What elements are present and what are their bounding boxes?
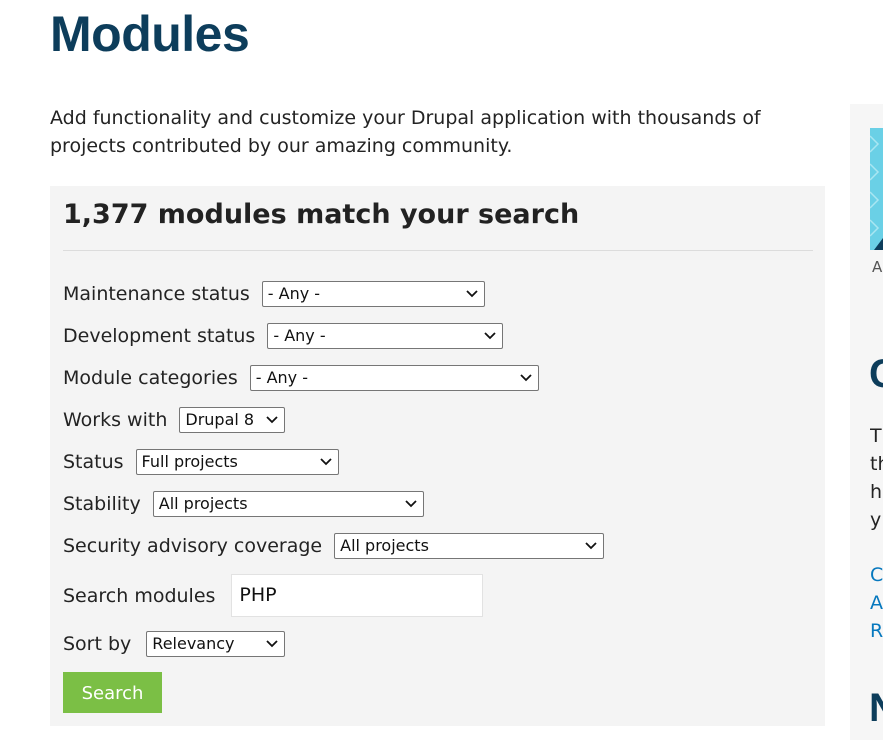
sort-by-value: Relevancy bbox=[152, 634, 235, 653]
security-advisory-select[interactable]: All projects bbox=[334, 533, 605, 559]
chevron-down-icon bbox=[520, 374, 532, 382]
module-search-panel: 1,377 modules match your search Maintena… bbox=[50, 186, 825, 726]
status-label: Status bbox=[63, 451, 124, 473]
sidebar-link[interactable]: A bbox=[870, 589, 883, 617]
page-title: Modules bbox=[50, 6, 250, 62]
maintenance-status-select[interactable]: - Any - bbox=[261, 281, 485, 307]
sidebar-link[interactable]: C bbox=[870, 561, 883, 589]
status-value: Full projects bbox=[141, 452, 238, 471]
sidebar-link[interactable]: R bbox=[870, 617, 883, 645]
works-with-row: Works with Drupal 8 bbox=[63, 407, 286, 433]
sort-by-row: Sort by Relevancy bbox=[63, 631, 286, 657]
search-modules-row: Search modules PHP bbox=[63, 574, 484, 617]
chevron-down-icon bbox=[405, 500, 417, 508]
stability-row: Stability All projects bbox=[63, 491, 424, 517]
works-with-value: Drupal 8 bbox=[185, 410, 255, 429]
sort-by-select[interactable]: Relevancy bbox=[146, 631, 286, 657]
maintenance-status-label: Maintenance status bbox=[63, 283, 250, 305]
module-categories-value: - Any - bbox=[255, 368, 309, 387]
chevron-down-icon bbox=[266, 416, 279, 424]
chevron-down-icon bbox=[466, 290, 478, 298]
development-status-value: - Any - bbox=[273, 326, 326, 345]
chevron-down-icon bbox=[585, 542, 597, 550]
module-categories-label: Module categories bbox=[63, 367, 238, 389]
sidebar-text-line: T bbox=[870, 425, 882, 447]
sidebar-text-line: h bbox=[870, 481, 883, 503]
status-select[interactable]: Full projects bbox=[135, 449, 339, 475]
status-row: Status Full projects bbox=[63, 449, 339, 475]
sidebar-heading-2: N bbox=[869, 684, 883, 732]
module-categories-select[interactable]: - Any - bbox=[249, 365, 539, 391]
chevron-down-icon bbox=[319, 458, 332, 466]
search-modules-label: Search modules bbox=[63, 584, 216, 607]
stability-label: Stability bbox=[63, 493, 141, 515]
sidebar-ad-image[interactable] bbox=[870, 128, 883, 250]
works-with-label: Works with bbox=[63, 409, 168, 431]
module-categories-row: Module categories - Any - bbox=[63, 365, 539, 391]
development-status-label: Development status bbox=[63, 325, 256, 347]
search-modules-input[interactable]: PHP bbox=[231, 574, 484, 617]
development-status-row: Development status - Any - bbox=[63, 323, 504, 349]
maintenance-status-row: Maintenance status - Any - bbox=[63, 281, 485, 307]
security-advisory-value: All projects bbox=[340, 536, 429, 555]
stability-value: All projects bbox=[158, 494, 248, 513]
heading-divider bbox=[63, 250, 813, 251]
ad-pattern bbox=[870, 135, 883, 250]
page-intro: Add functionality and customize your Dru… bbox=[50, 107, 761, 157]
sidebar-text-line: th bbox=[870, 453, 883, 475]
sidebar-ad-caption: A bbox=[872, 258, 883, 276]
chevron-down-icon bbox=[484, 332, 496, 340]
development-status-select[interactable]: - Any - bbox=[267, 323, 504, 349]
sidebar-heading-1: C bbox=[869, 350, 883, 398]
sort-by-label: Sort by bbox=[63, 633, 132, 655]
chevron-down-icon bbox=[266, 640, 278, 648]
search-button[interactable]: Search bbox=[63, 672, 162, 713]
security-advisory-label: Security advisory coverage bbox=[63, 535, 323, 557]
security-advisory-row: Security advisory coverage All projects bbox=[63, 533, 605, 559]
results-count-heading: 1,377 modules match your search bbox=[63, 199, 580, 230]
sidebar-text-line: y bbox=[870, 509, 882, 531]
maintenance-status-value: - Any - bbox=[267, 284, 321, 303]
works-with-select[interactable]: Drupal 8 bbox=[179, 407, 286, 433]
stability-select[interactable]: All projects bbox=[152, 491, 424, 517]
